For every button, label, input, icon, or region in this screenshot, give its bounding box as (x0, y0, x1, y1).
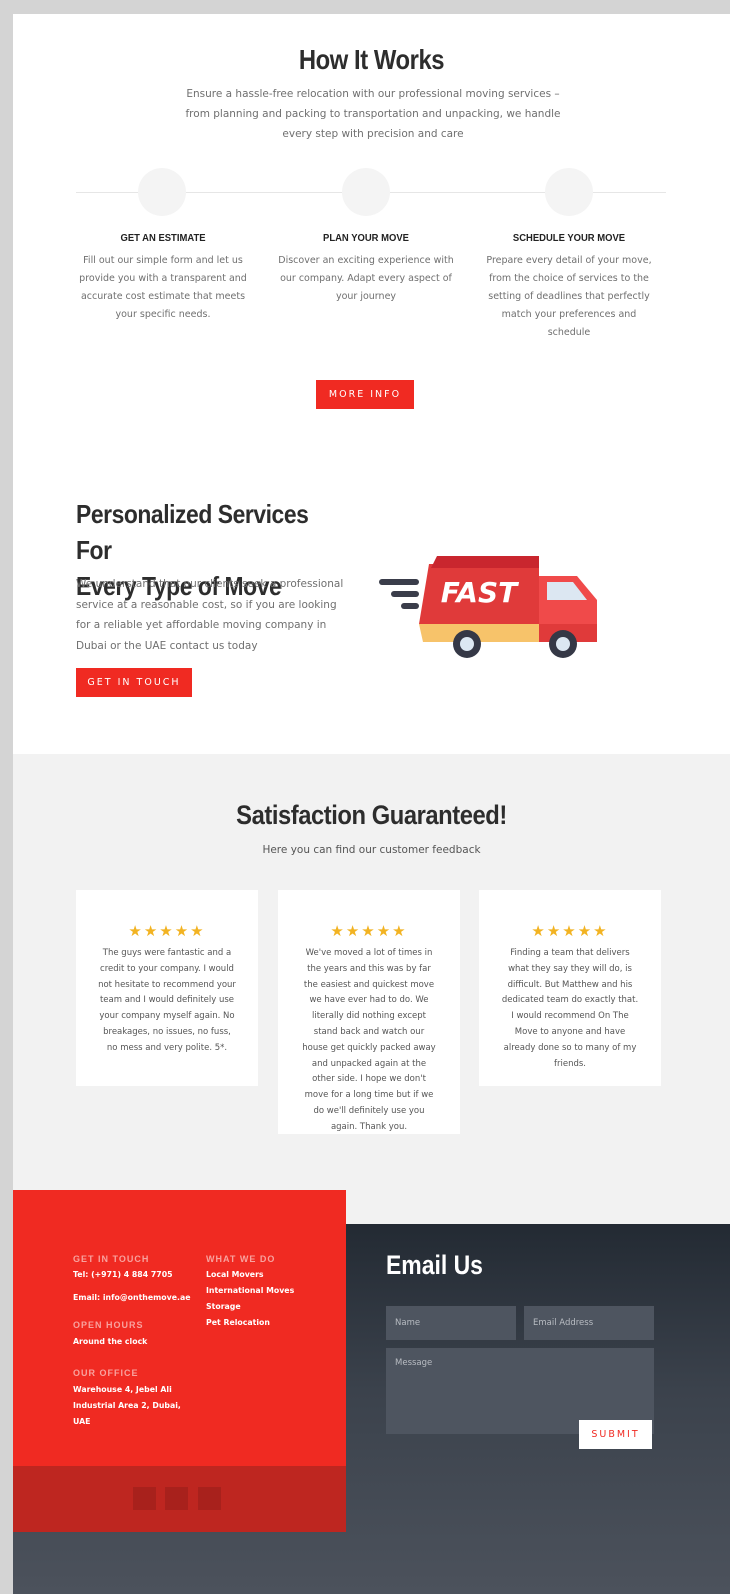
page: How It Works Ensure a hassle-free reloca… (13, 14, 730, 1594)
step-text-plan: Discover an exciting experience with our… (278, 255, 454, 302)
service-link-pet-relocation[interactable]: Pet Relocation (206, 1315, 270, 1331)
star-rating-icon: ★★★★★ (531, 922, 609, 940)
testimonial-card: ★★★★★ We've moved a lot of times in the … (278, 890, 460, 1134)
service-link-international[interactable]: International Moves (206, 1283, 294, 1299)
step-title-plan: PLAN YOUR MOVE (323, 232, 409, 244)
step-title-schedule: SCHEDULE YOUR MOVE (512, 232, 626, 244)
testimonials-subtitle: Here you can find our customer feedback (262, 844, 481, 856)
contact-info-panel (13, 1190, 346, 1466)
open-hours-heading: OPEN HOURS (73, 1320, 144, 1330)
name-input[interactable] (386, 1306, 516, 1340)
how-it-works-title: How It Works (298, 44, 445, 75)
step-icon-estimate (138, 168, 186, 216)
personalized-title-line1: Personalized Services For (76, 499, 309, 565)
fast-truck-icon: FAST (379, 556, 597, 658)
testimonial-card: ★★★★★ The guys were fantastic and a cred… (76, 890, 258, 1086)
get-in-touch-button[interactable]: GET IN TOUCH (76, 668, 192, 697)
more-info-button[interactable]: MORE INFO (316, 380, 414, 409)
testimonial-text: The guys were fantastic and a credit to … (98, 948, 236, 1053)
service-link-local-movers[interactable]: Local Movers (206, 1267, 264, 1283)
office-line-3: UAE (73, 1417, 91, 1426)
what-we-do-heading: WHAT WE DO (206, 1254, 276, 1264)
testimonials-title: Satisfaction Guaranteed! (236, 800, 507, 830)
star-rating-icon: ★★★★★ (330, 922, 408, 940)
office-heading: OUR OFFICE (73, 1368, 139, 1378)
step-text-schedule: Prepare every detail of your move, from … (486, 255, 652, 338)
step-text-estimate: Fill out our simple form and let us prov… (79, 255, 247, 320)
email-us-title: Email Us (386, 1250, 483, 1280)
email-input[interactable] (524, 1306, 654, 1340)
social-icon[interactable] (165, 1487, 188, 1510)
submit-button[interactable]: SUBMIT (579, 1420, 652, 1449)
open-hours-text: Around the clock (73, 1337, 148, 1346)
personalized-text: We understand that our clients seek a pr… (76, 578, 344, 652)
footer-phone[interactable]: Tel: (+971) 4 884 7705 (73, 1267, 173, 1283)
office-line-2: Industrial Area 2, Dubai, (73, 1401, 181, 1410)
footer-email[interactable]: Email: info@onthemove.ae (73, 1290, 191, 1306)
social-icon[interactable] (198, 1487, 221, 1510)
service-link-storage[interactable]: Storage (206, 1299, 241, 1315)
get-in-touch-heading: GET IN TOUCH (73, 1254, 150, 1264)
how-it-works-subtitle: Ensure a hassle-free relocation with our… (185, 88, 561, 140)
testimonial-text: Finding a team that delivers what they s… (501, 948, 639, 1069)
testimonial-card: ★★★★★ Finding a team that delivers what … (479, 890, 661, 1086)
step-icon-plan (342, 168, 390, 216)
step-icon-schedule (545, 168, 593, 216)
star-rating-icon: ★★★★★ (128, 922, 206, 940)
truck-fast-label: FAST (441, 576, 519, 609)
step-title-estimate: GET AN ESTIMATE (120, 232, 206, 244)
testimonial-text: We've moved a lot of times in the years … (302, 948, 436, 1132)
social-icon[interactable] (133, 1487, 156, 1510)
office-line-1: Warehouse 4, Jebel Ali (73, 1385, 172, 1394)
